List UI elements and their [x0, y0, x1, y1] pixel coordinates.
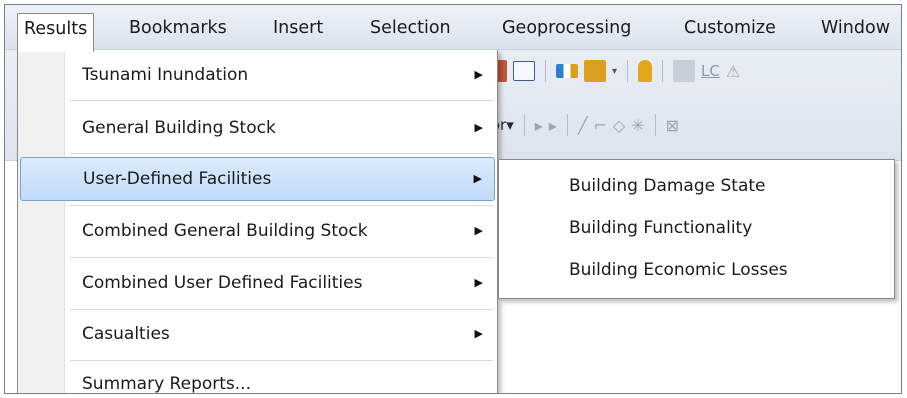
menu-item-label: User-Defined Facilities [83, 169, 272, 189]
menu-customize[interactable]: Customize [678, 13, 782, 43]
user-defined-facilities-submenu: Building Damage State Building Functiona… [498, 159, 895, 299]
menu-item-label: General Building Stock [82, 118, 276, 138]
menu-item-label: Tsunami Inundation [82, 65, 249, 85]
warning-icon[interactable]: ⚠ [726, 62, 740, 81]
app-window: Results Bookmarks Insert Selection Geopr… [4, 4, 902, 394]
toolbar-separator [654, 114, 656, 136]
submenu-arrow-icon: ▶ [474, 224, 483, 237]
submenu-item-building-economic-losses[interactable]: Building Economic Losses [569, 250, 788, 290]
construction-tools-icon[interactable]: ◇ [613, 116, 625, 135]
menu-item-combined-user-defined-facilities[interactable]: Combined User Defined Facilities ▶ [20, 261, 495, 305]
edit-tool-icon[interactable]: ▸ [535, 116, 543, 135]
catalog-icon[interactable] [584, 60, 606, 82]
reshape-icon[interactable]: ⊠ [666, 116, 679, 135]
submenu-item-building-damage-state[interactable]: Building Damage State [569, 166, 766, 206]
toolbar-separator [523, 114, 525, 136]
submenu-arrow-icon: ▶ [474, 121, 483, 134]
menu-item-general-building-stock[interactable]: General Building Stock ▶ [20, 106, 495, 150]
menu-insert[interactable]: Insert [267, 13, 329, 43]
map-image-icon[interactable] [673, 60, 696, 82]
menu-divider [70, 205, 493, 206]
hazard-marker-icon[interactable] [638, 60, 653, 82]
submenu-arrow-icon: ▶ [474, 327, 483, 340]
results-dropdown-menu: Tsunami Inundation ▶ General Building St… [17, 50, 498, 394]
toolbar-separator [545, 60, 546, 82]
submenu-arrow-icon: ▶ [474, 276, 483, 289]
menu-item-label: Casualties [82, 324, 170, 344]
menu-divider [70, 153, 493, 154]
menu-divider [70, 360, 493, 361]
menu-item-casualties[interactable]: Casualties ▶ [20, 312, 495, 356]
submenu-arrow-icon: ▶ [474, 68, 483, 81]
menu-divider [70, 257, 493, 258]
menu-divider [70, 100, 493, 101]
split-tool-icon[interactable]: ✳ [631, 116, 644, 135]
menu-item-tsunami-inundation[interactable]: Tsunami Inundation ▶ [20, 53, 495, 97]
menu-item-combined-general-building-stock[interactable]: Combined General Building Stock ▶ [20, 209, 495, 253]
menu-item-summary-reports[interactable]: Summary Reports... [20, 362, 495, 394]
submenu-arrow-icon: ▶ [473, 172, 482, 185]
menu-item-label: Summary Reports... [82, 374, 251, 394]
menu-selection[interactable]: Selection [364, 13, 457, 43]
toolbar-separator [627, 60, 629, 82]
lc-button[interactable]: LC [701, 62, 720, 80]
menu-divider [70, 309, 493, 310]
toolbar-overflow-icon[interactable]: ▾ [612, 66, 617, 77]
menu-bookmarks[interactable]: Bookmarks [123, 13, 233, 43]
toolbar-separator [662, 60, 664, 82]
toolbar-row-1: ▾ LC ⚠ [485, 54, 740, 88]
trace-icon[interactable]: ⌐ [593, 116, 606, 135]
python-window-icon[interactable] [513, 61, 535, 81]
submenu-item-building-functionality[interactable]: Building Functionality [569, 208, 752, 248]
menu-item-user-defined-facilities[interactable]: User-Defined Facilities ▶ [20, 157, 495, 201]
model-builder-icon[interactable] [556, 64, 578, 78]
toolbar-separator [566, 114, 568, 136]
menu-geoprocessing[interactable]: Geoprocessing [496, 13, 637, 43]
menu-window[interactable]: Window [815, 13, 896, 43]
edit-annotation-icon[interactable]: ▸ [549, 116, 557, 135]
menu-bar: Results Bookmarks Insert Selection Geopr… [5, 5, 901, 52]
straight-segment-icon[interactable]: ╱ [578, 116, 588, 135]
menu-results[interactable]: Results [17, 13, 95, 52]
menu-item-label: Combined User Defined Facilities [82, 273, 363, 293]
menu-item-label: Combined General Building Stock [82, 221, 368, 241]
toolbar-row-2: tor▾ ▸ ▸ ╱ ⌐ ◇ ✳ ⊠ [485, 108, 679, 142]
